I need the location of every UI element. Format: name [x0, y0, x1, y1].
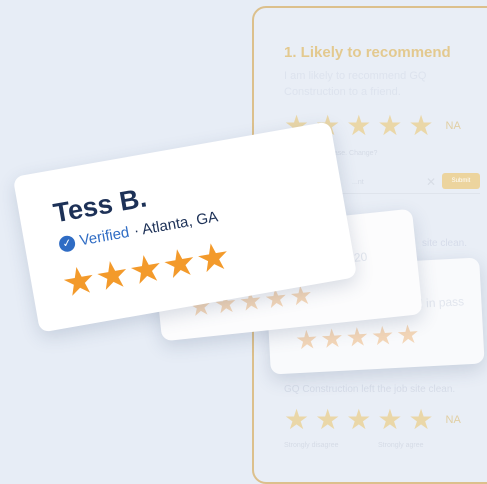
rating-star-icon[interactable]: ★ — [284, 406, 309, 434]
rating-star-icon[interactable]: ★ — [315, 406, 340, 434]
na-option[interactable]: NA — [446, 414, 461, 426]
rating-star-icon[interactable]: ★ — [408, 406, 433, 434]
question-2-rating[interactable]: ★ ★ ★ ★ ★ NA — [284, 406, 461, 434]
clear-icon[interactable]: ✕ — [426, 175, 436, 189]
rating-star-icon[interactable]: ★ — [377, 406, 402, 434]
rating-star-icon[interactable]: ★ — [346, 406, 371, 434]
rating-star-icon[interactable]: ★ — [408, 112, 433, 140]
star-icon: ★ — [395, 318, 421, 350]
star-icon: ★ — [192, 234, 234, 283]
question-2-text: GQ Construction left the job site clean. — [284, 384, 456, 395]
rating-star-icon[interactable]: ★ — [377, 112, 402, 140]
submit-button[interactable]: Submit — [442, 173, 480, 189]
star-icon: ★ — [344, 321, 370, 353]
question-text-partial: site clean. — [422, 238, 468, 249]
verified-label: Verified — [78, 223, 131, 250]
question-1-text: I am likely to recommend GQ Construction… — [284, 70, 427, 98]
star-icon: ★ — [319, 322, 345, 354]
scale-high-label: Strongly agree — [378, 442, 424, 449]
star-icon: ★ — [294, 324, 320, 356]
input-placeholder: ...nt — [352, 179, 364, 186]
star-icon: ★ — [370, 320, 396, 352]
question-1-title: 1. Likely to recommend — [284, 44, 451, 61]
scale-low-label: Strongly disagree — [284, 442, 339, 449]
na-option[interactable]: NA — [446, 120, 461, 132]
verified-check-icon: ✓ — [57, 233, 77, 253]
rating-star-icon[interactable]: ★ — [346, 112, 371, 140]
